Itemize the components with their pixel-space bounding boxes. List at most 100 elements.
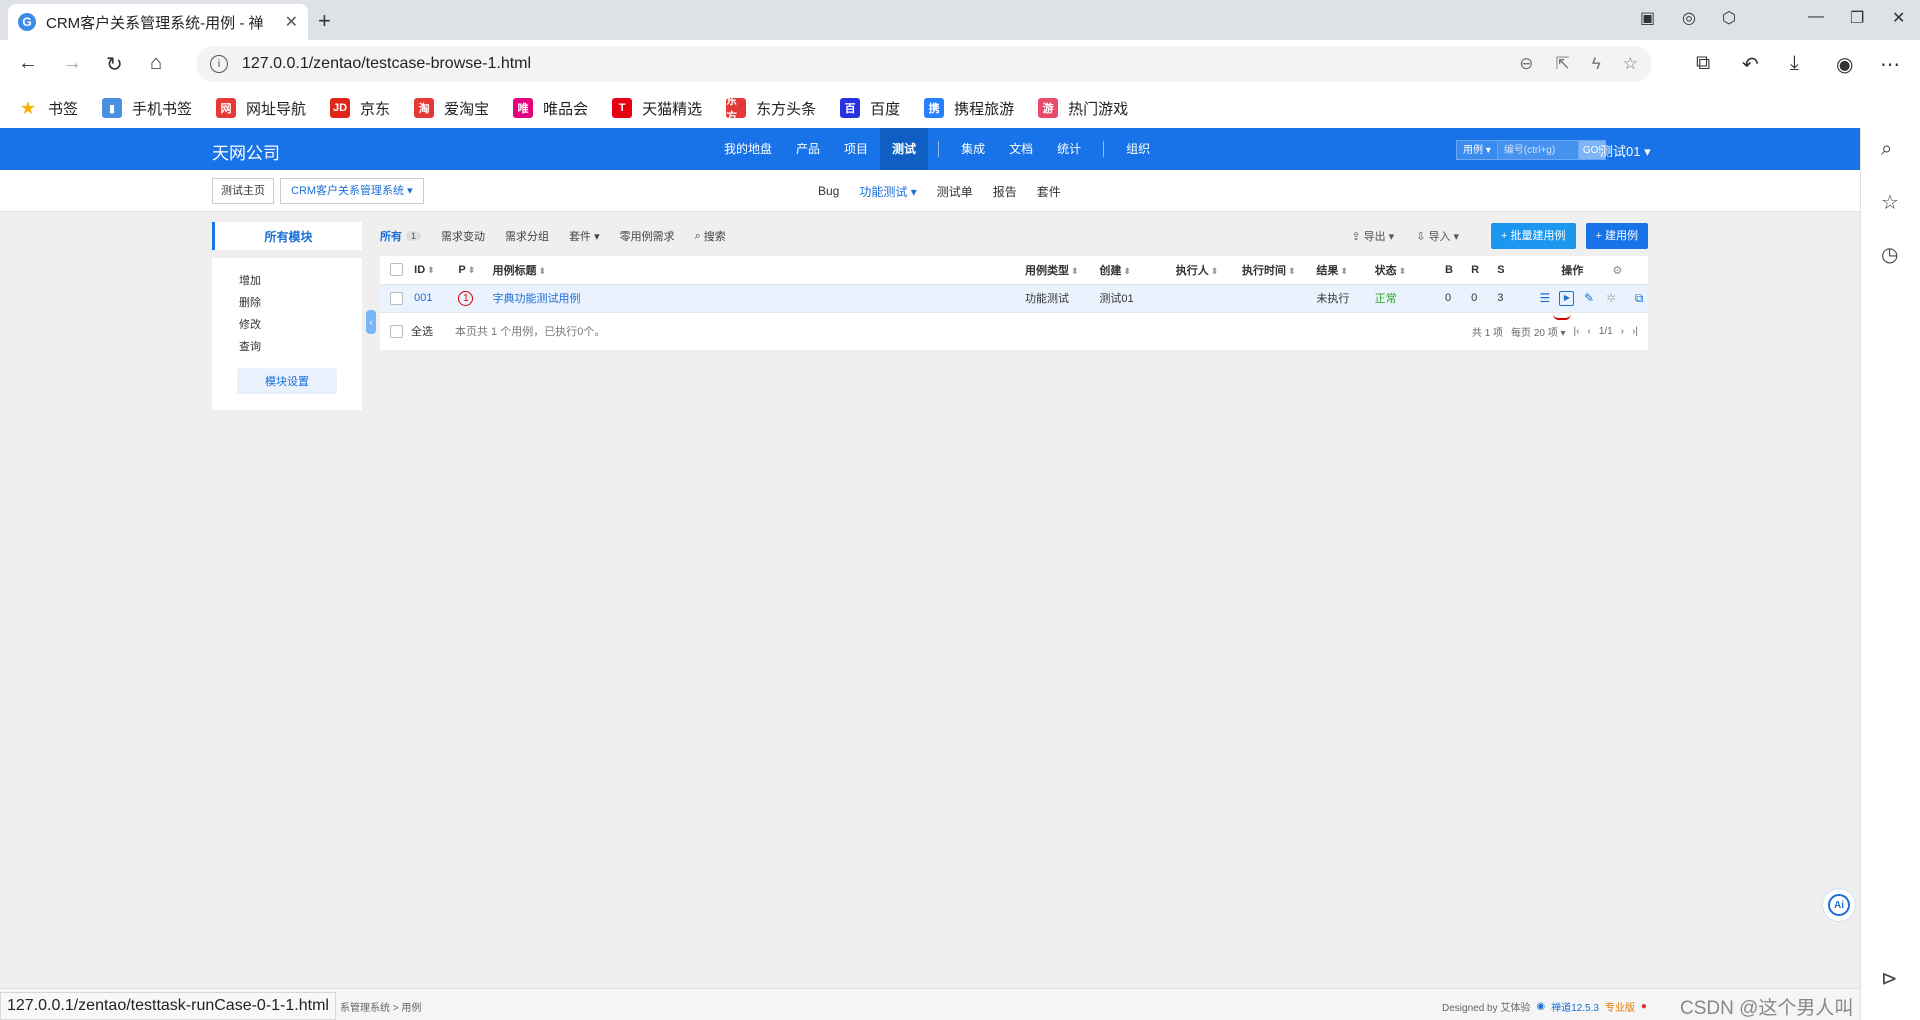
case-id[interactable]: 001 <box>410 284 455 313</box>
module-settings-button[interactable]: 模块设置 <box>237 368 337 394</box>
close-tab-icon[interactable]: ✕ <box>285 12 298 32</box>
main-nav-item[interactable]: 组织 <box>1114 128 1162 170</box>
close-window-icon[interactable]: ✕ <box>1892 8 1905 28</box>
table-row[interactable]: 001 1 字典功能测试用例 功能测试 测试01 未执行 正常 0 0 3 ☰ … <box>380 284 1648 313</box>
favorite-star-icon[interactable]: ☆ <box>1623 54 1638 74</box>
first-page-icon[interactable]: |‹ <box>1574 326 1580 337</box>
edition-label[interactable]: 专业版 <box>1605 999 1635 1014</box>
search-toggle[interactable]: ⌕ 搜索 <box>695 228 726 244</box>
forward-icon[interactable]: → <box>62 52 82 75</box>
main-nav-item[interactable]: 我的地盘 <box>712 128 784 170</box>
main-nav-item[interactable]: 项目 <box>832 128 880 170</box>
share-icon[interactable]: ⇱ <box>1556 54 1570 74</box>
module-tree-item[interactable]: 查询 <box>212 336 362 358</box>
breadcrumb-test-home[interactable]: 测试主页 <box>212 178 274 204</box>
bookmark-item[interactable]: T 天猫精选 <box>612 98 702 119</box>
extensions-icon[interactable]: ⬡ <box>1722 8 1736 28</box>
user-menu[interactable]: 测试01 ▾ <box>1600 141 1651 160</box>
bookmark-item[interactable]: ▮ 手机书签 <box>102 98 192 119</box>
download-icon[interactable]: ⤓ <box>1790 52 1799 75</box>
sidebar-favorites-icon[interactable]: ☆ <box>1881 190 1899 215</box>
main-nav-item[interactable]: 测试 <box>880 128 929 170</box>
new-tab-button[interactable]: + <box>318 8 331 34</box>
filter-tab[interactable]: 套件 ▾ <box>569 228 600 244</box>
next-page-icon[interactable]: › <box>1621 326 1624 337</box>
maximize-icon[interactable]: ❐ <box>1850 8 1864 28</box>
col-id[interactable]: ID ⬍ <box>410 256 455 285</box>
import-button[interactable]: ⇩ 导入 ▾ <box>1416 228 1459 244</box>
extension-puzzle-icon[interactable]: ⧉ <box>1696 52 1710 75</box>
select-all-checkbox[interactable] <box>390 324 403 338</box>
zentao-version[interactable]: 禅道12.5.3 <box>1551 999 1599 1014</box>
lightning-icon[interactable]: ϟ <box>1592 54 1601 74</box>
bookmark-item[interactable]: 游热门游戏 <box>1038 98 1128 119</box>
undo-icon[interactable]: ↶ <box>1742 52 1759 77</box>
bookmark-item[interactable]: 淘爱淘宝 <box>414 98 489 119</box>
main-nav-item[interactable]: 统计 <box>1045 128 1093 170</box>
filter-tab[interactable]: 需求变动 <box>441 228 485 244</box>
sub-nav-item[interactable]: 报告 <box>993 183 1017 200</box>
filter-all[interactable]: 所有 1 <box>380 228 422 244</box>
bookmark-item[interactable]: 唯唯品会 <box>513 98 588 119</box>
designed-by[interactable]: Designed by 艾体验 <box>1442 999 1530 1014</box>
module-tree-title[interactable]: 所有模块 <box>212 222 362 250</box>
incognito-icon[interactable]: ◎ <box>1682 8 1696 28</box>
main-nav-item[interactable]: 产品 <box>784 128 832 170</box>
pager-per-page[interactable]: 每页 20 项 ▾ <box>1511 324 1565 339</box>
export-button[interactable]: ⇪ 导出 ▾ <box>1351 228 1394 244</box>
help-icon[interactable]: ● <box>1641 1001 1647 1012</box>
home-icon[interactable]: ⌂ <box>150 52 162 75</box>
bookmark-item[interactable]: 携携程旅游 <box>924 98 1014 119</box>
header-checkbox[interactable] <box>390 263 403 277</box>
sub-nav-item[interactable]: 测试单 <box>937 183 973 200</box>
zoom-icon[interactable]: ⊖ <box>1519 54 1533 74</box>
sub-nav-item[interactable]: Bug <box>818 184 839 198</box>
sidebar-history-icon[interactable]: ◷ <box>1881 242 1898 267</box>
edit-case-icon[interactable]: ✎ <box>1582 291 1597 306</box>
filter-tab[interactable]: 零用例需求 <box>620 228 675 244</box>
col-executor[interactable]: 执行人 ⬍ <box>1171 256 1239 285</box>
run-case-icon[interactable]: ▶ <box>1559 290 1575 306</box>
address-bar[interactable]: i 127.0.0.1/zentao/testcase-browse-1.htm… <box>196 46 1652 82</box>
col-pri[interactable]: P ⬍ <box>454 256 489 285</box>
col-title[interactable]: 用例标题 ⬍ <box>488 256 1022 285</box>
main-nav-item[interactable]: 集成 <box>949 128 997 170</box>
copy-case-icon[interactable]: ⧉ <box>1632 291 1647 306</box>
create-bug-icon[interactable]: ✲ <box>1604 291 1619 306</box>
col-status[interactable]: 状态 ⬍ <box>1370 256 1441 285</box>
site-info-icon[interactable]: i <box>210 55 228 73</box>
main-nav-item[interactable]: 文档 <box>997 128 1045 170</box>
sidebar-collapse-button[interactable]: ‹ <box>366 310 376 334</box>
col-exec-time[interactable]: 执行时间 ⬍ <box>1238 256 1313 285</box>
bookmark-item[interactable]: 网网址导航 <box>216 98 306 119</box>
sub-nav-item[interactable]: 套件 <box>1037 183 1061 200</box>
case-title-link[interactable]: 字典功能测试用例 <box>488 284 1022 313</box>
sub-nav-item[interactable]: 功能测试 ▾ <box>859 183 916 200</box>
prev-page-icon[interactable]: ‹ <box>1587 326 1590 337</box>
col-creator[interactable]: 创建 ⬍ <box>1095 256 1172 285</box>
sidebar-search-icon[interactable]: ⌕ <box>1881 138 1892 161</box>
search-input[interactable]: 编号(ctrl+g) <box>1497 140 1578 160</box>
module-tree-item[interactable]: 删除 <box>212 292 362 314</box>
ai-assistant-button[interactable]: Ai <box>1822 888 1856 922</box>
row-checkbox[interactable] <box>390 291 403 305</box>
browser-tab[interactable]: G CRM客户关系管理系统-用例 - 禅 ✕ <box>8 4 308 40</box>
batch-create-case-button[interactable]: + 批量建用例 <box>1491 223 1576 249</box>
view-results-icon[interactable]: ☰ <box>1537 291 1552 306</box>
module-tree-item[interactable]: 修改 <box>212 314 362 336</box>
minimize-icon[interactable]: — <box>1808 8 1824 26</box>
bookmark-item[interactable]: ★ 书签 <box>18 98 78 119</box>
back-icon[interactable]: ← <box>18 52 38 75</box>
column-settings-icon[interactable]: ⚙ <box>1612 265 1622 277</box>
search-type-select[interactable]: 用例 ▾ <box>1456 140 1498 160</box>
col-type[interactable]: 用例类型 ⬍ <box>1021 256 1096 285</box>
bookmark-item[interactable]: JD 京东 <box>330 98 390 119</box>
bookmark-item[interactable]: 百百度 <box>840 98 900 119</box>
more-menu-icon[interactable]: ⋯ <box>1880 52 1900 77</box>
breadcrumb-product-switcher[interactable]: CRM客户关系管理系统 ▾ <box>280 178 424 204</box>
select-all-label[interactable]: 全选 <box>411 323 433 339</box>
reload-icon[interactable]: ↻ <box>106 52 123 77</box>
col-result[interactable]: 结果 ⬍ <box>1312 256 1371 285</box>
bookmark-item[interactable]: 东方 东方头条 <box>726 95 816 123</box>
company-name[interactable]: 天网公司 <box>212 139 280 164</box>
